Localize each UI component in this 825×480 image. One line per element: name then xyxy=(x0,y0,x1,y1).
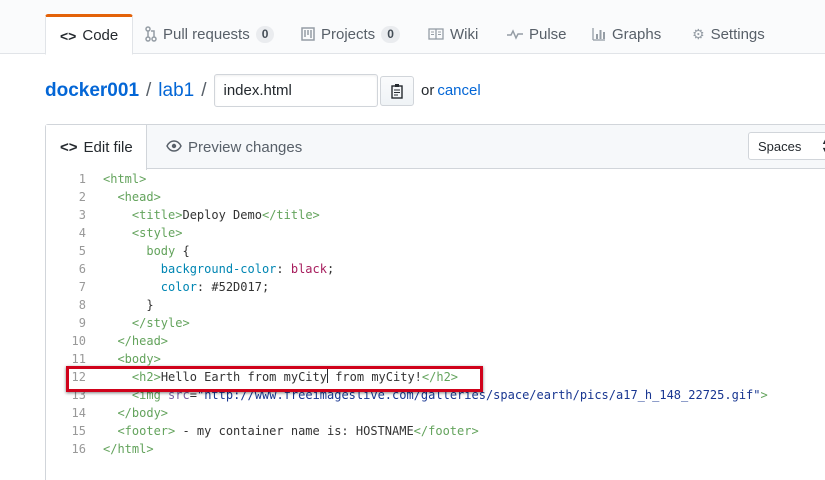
pulse-icon xyxy=(507,28,523,40)
code-icon: <> xyxy=(60,27,77,44)
line-number: 6 xyxy=(78,262,86,276)
breadcrumb-separator: / xyxy=(201,79,207,101)
graph-icon xyxy=(592,27,606,41)
tab-edit-file[interactable]: <> Edit file xyxy=(46,125,147,170)
tab-graphs-label: Graphs xyxy=(612,25,662,43)
line-number: 10 xyxy=(71,334,86,348)
or-text: or xyxy=(421,82,435,99)
code-text: </style> xyxy=(131,316,190,330)
breadcrumb: docker001 / lab1 / xyxy=(45,74,378,107)
project-icon xyxy=(301,27,315,41)
tab-graphs[interactable]: Graphs xyxy=(592,14,661,54)
code-line: 15 <footer> - my container name is: HOST… xyxy=(46,422,825,440)
line-number: 4 xyxy=(78,226,86,240)
projects-counter: 0 xyxy=(381,25,400,43)
select-arrows-icon: ▲▼ xyxy=(821,137,825,155)
code-text: <html> xyxy=(103,172,147,186)
code-line: 1 <html> xyxy=(46,170,825,188)
code-line: 10 </head> xyxy=(46,332,825,350)
copy-path-button[interactable] xyxy=(380,76,414,106)
line-number: 14 xyxy=(71,406,86,420)
code-line: 4 <style> xyxy=(46,224,825,242)
tab-projects[interactable]: Projects 0 xyxy=(301,14,400,54)
tab-preview-changes[interactable]: Preview changes xyxy=(166,125,302,169)
pull-requests-counter: 0 xyxy=(255,25,275,43)
code-line: 6 background-color: black; xyxy=(46,260,825,278)
repo-name-link[interactable]: lab1 xyxy=(158,80,194,102)
tab-pull-requests-label: Pull requests xyxy=(163,25,250,43)
code-line: 3 <title>Deploy Demo</title> xyxy=(46,206,825,224)
gear-icon: ⚙ xyxy=(692,25,705,42)
code-text: background-color: black; xyxy=(160,262,335,276)
code-text: </html> xyxy=(103,442,154,456)
breadcrumb-separator: / xyxy=(146,79,152,101)
tab-code[interactable]: <> Code xyxy=(45,14,134,55)
tab-pulse[interactable]: Pulse xyxy=(507,14,567,54)
repo-owner-link[interactable]: docker001 xyxy=(45,80,139,102)
code-text: } xyxy=(103,298,154,312)
code-editor[interactable]: 1 <html> 2 <head> 3 <title>Deploy Demo</t… xyxy=(46,170,825,458)
line-number: 3 xyxy=(78,208,86,222)
tab-projects-label: Projects xyxy=(321,25,376,43)
line-number: 9 xyxy=(78,316,86,330)
code-text: <style> xyxy=(131,226,183,240)
line-number: 16 xyxy=(71,442,86,456)
code-text: </body> xyxy=(117,406,169,420)
highlight-annotation-box xyxy=(66,366,483,392)
line-number: 15 xyxy=(71,424,86,438)
code-line: 7 color: #52D017; xyxy=(46,278,825,296)
code-line: 14 </body> xyxy=(46,404,825,422)
indent-mode-select[interactable]: Spaces ▲▼ xyxy=(748,132,825,160)
tab-wiki[interactable]: Wiki xyxy=(428,14,478,54)
line-number: 2 xyxy=(78,190,86,204)
line-number: 5 xyxy=(78,244,86,258)
book-icon xyxy=(428,28,444,40)
clipboard-icon xyxy=(391,84,403,99)
code-line: 2 <head> xyxy=(46,188,825,206)
code-text: <head> xyxy=(117,190,161,204)
code-icon: <> xyxy=(60,139,78,156)
preview-changes-label: Preview changes xyxy=(188,138,303,156)
indent-mode-value: Spaces xyxy=(758,138,802,154)
tab-settings-label: Settings xyxy=(710,25,765,43)
code-text: <title>Deploy Demo</title> xyxy=(131,208,320,222)
repo-nav: <> Code Pull requests 0 Projects 0 Wiki … xyxy=(0,0,825,55)
code-text: body { xyxy=(146,244,190,258)
filename-input[interactable] xyxy=(213,74,378,107)
code-line: 16 </html> xyxy=(46,440,825,458)
tab-code-label: Code xyxy=(82,27,119,44)
tab-pulse-label: Pulse xyxy=(529,25,567,43)
edit-file-label: Edit file xyxy=(83,139,133,156)
line-number: 8 xyxy=(78,298,86,312)
eye-icon xyxy=(166,139,182,156)
line-number: 1 xyxy=(78,172,86,186)
code-text: color: #52D017; xyxy=(160,280,270,294)
code-line: 9 </style> xyxy=(46,314,825,332)
line-number: 7 xyxy=(78,280,86,294)
code-text: <footer> - my container name is: HOSTNAM… xyxy=(117,424,479,438)
cancel-link[interactable]: cancel xyxy=(437,82,480,99)
or-cancel: or cancel xyxy=(421,82,481,99)
tab-pull-requests[interactable]: Pull requests 0 xyxy=(145,14,275,54)
tab-wiki-label: Wiki xyxy=(450,25,479,43)
code-line: 5 body { xyxy=(46,242,825,260)
pull-request-icon xyxy=(145,26,157,42)
code-text: </head> xyxy=(117,334,169,348)
tab-settings[interactable]: ⚙ Settings xyxy=(692,14,765,54)
file-editor: <> Edit file Preview changes Spaces ▲▼ 1… xyxy=(45,124,825,480)
editor-header: <> Edit file Preview changes Spaces ▲▼ xyxy=(46,125,825,170)
code-line: 8 } xyxy=(46,296,825,314)
